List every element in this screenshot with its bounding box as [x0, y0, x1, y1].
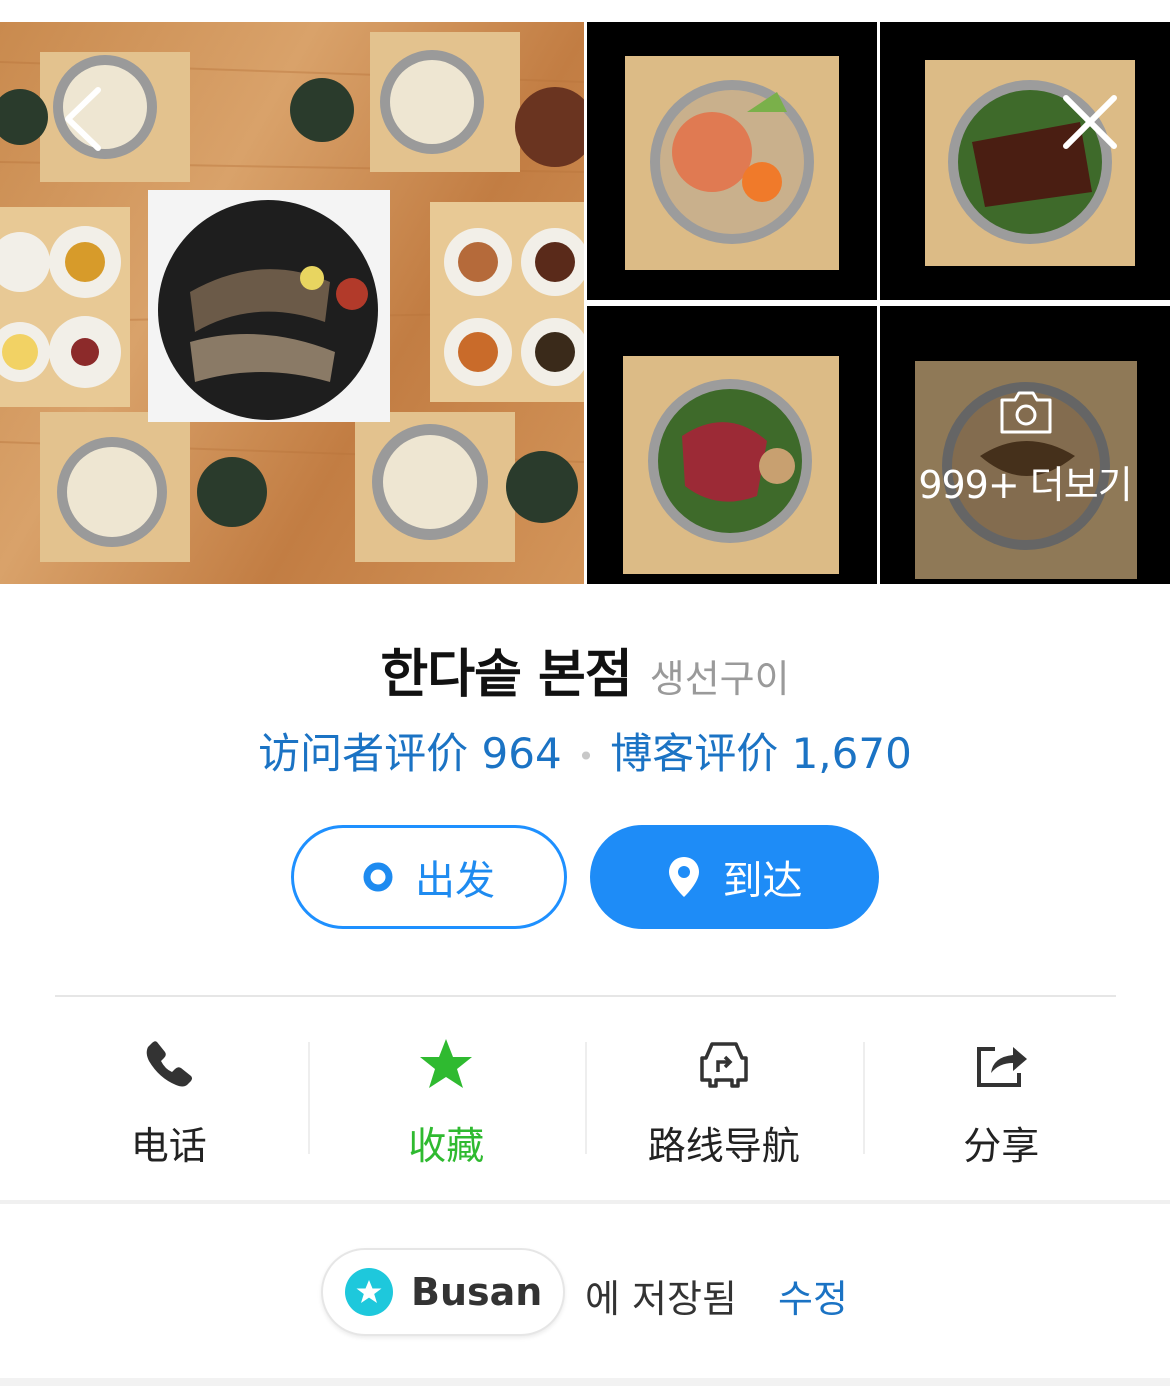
saved-list-name: Busan — [411, 1270, 543, 1314]
divider — [55, 995, 1116, 997]
action-bar: 电话 收藏 路线导航 分享 — [30, 1030, 1140, 1170]
edit-saved-link[interactable]: 수정 — [778, 1268, 848, 1323]
saved-list-chip[interactable]: Busan — [321, 1248, 565, 1336]
share-button[interactable]: 分享 — [862, 1030, 1141, 1170]
close-icon[interactable] — [1060, 92, 1120, 152]
food-photo-2[interactable] — [880, 22, 1170, 300]
favorite-button[interactable]: 收藏 — [307, 1030, 586, 1170]
bottom-separator — [0, 1378, 1170, 1386]
car-navigation-icon — [700, 1041, 748, 1088]
saved-status-text: 에 저장됨 — [585, 1277, 737, 1321]
place-header: 한다솥 본점 생선구이 — [0, 632, 1170, 707]
arrive-button[interactable]: 到达 — [590, 825, 879, 929]
phone-icon — [146, 1040, 192, 1086]
place-name: 한다솥 본점 — [380, 645, 632, 705]
food-photo-3[interactable] — [587, 306, 877, 584]
call-label: 电话 — [130, 1124, 207, 1168]
review-separator: • — [577, 740, 595, 773]
blog-reviews-link[interactable]: 博客评价 1,670 — [610, 729, 912, 778]
depart-label: 出发 — [415, 858, 495, 904]
favorite-label: 收藏 — [408, 1124, 485, 1168]
more-photos-label: 999+ 더보기 — [918, 463, 1132, 507]
share-icon — [977, 1046, 1028, 1087]
share-label: 分享 — [963, 1124, 1040, 1168]
star-icon — [420, 1038, 473, 1088]
photo-gallery: 999+ 더보기 — [0, 22, 1170, 584]
depart-button[interactable]: 出发 — [291, 825, 567, 929]
place-category: 생선구이 — [649, 657, 790, 701]
saved-list-row: Busan 에 저장됨 수정 — [0, 1248, 1170, 1338]
arrive-label: 到达 — [722, 858, 803, 904]
review-summary: 访问者评价 964 • 博客评价 1,670 — [0, 720, 1170, 781]
visitor-reviews-link[interactable]: 访问者评价 964 — [258, 729, 562, 778]
map-pin-icon — [668, 857, 699, 897]
list-star-icon — [345, 1268, 393, 1316]
camera-icon — [1000, 391, 1052, 434]
section-separator — [0, 1200, 1170, 1204]
origin-dot-icon — [363, 862, 393, 892]
food-photo-1[interactable] — [587, 22, 877, 300]
directions-label: 路线导航 — [647, 1124, 800, 1168]
more-photos-button[interactable]: 999+ 더보기 — [880, 306, 1170, 584]
call-button[interactable]: 电话 — [30, 1030, 308, 1170]
directions-button[interactable]: 路线导航 — [585, 1030, 863, 1170]
back-icon[interactable] — [58, 84, 108, 154]
